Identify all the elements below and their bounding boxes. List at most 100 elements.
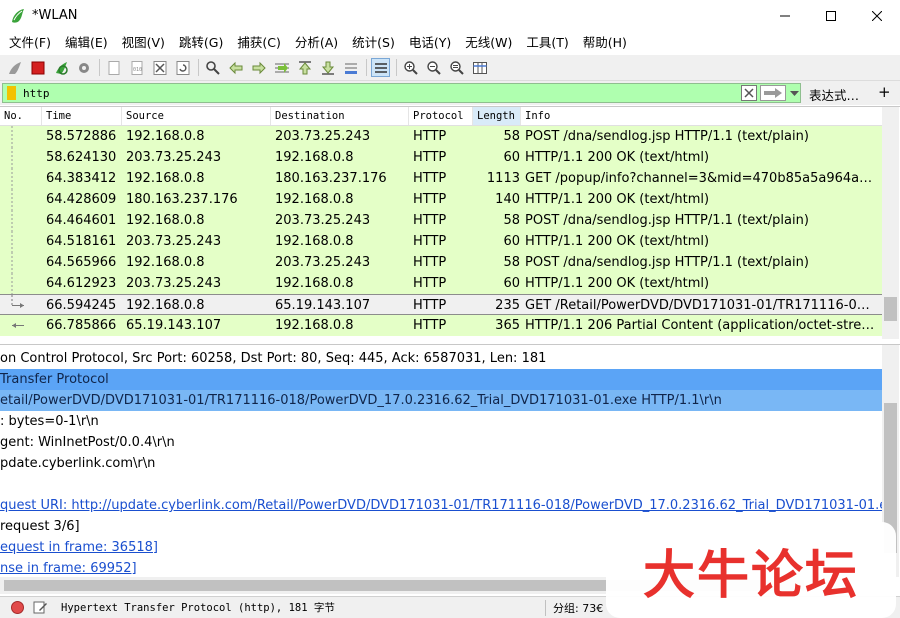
column-header-time[interactable]: Time <box>42 107 122 125</box>
add-filter-button[interactable]: + <box>878 83 891 101</box>
minimize-button[interactable] <box>762 0 808 31</box>
cell-destination: 192.168.0.8 <box>275 276 354 291</box>
menu-telephony[interactable]: 电话(Y) <box>402 31 458 55</box>
cell-protocol: HTTP <box>413 318 447 333</box>
related-packet-indicator-icon <box>11 252 13 273</box>
cell-length: 1113 <box>486 171 520 186</box>
detail-link-line[interactable]: quest URI: http://update.cyberlink.com/R… <box>0 495 882 516</box>
colorize-button[interactable] <box>371 58 390 77</box>
menu-view[interactable]: 视图(V) <box>115 31 172 55</box>
detail-line[interactable]: etail/PowerDVD/DVD171031-01/TR171116-018… <box>0 390 882 411</box>
table-row[interactable]: 58.572886 192.168.0.8 203.73.25.243 HTTP 58 P… <box>0 126 882 147</box>
cell-destination: 203.73.25.243 <box>275 213 371 228</box>
scrollbar-thumb[interactable] <box>884 297 897 321</box>
menu-capture[interactable]: 捕获(C) <box>230 31 287 55</box>
menu-wireless[interactable]: 无线(W) <box>458 31 519 55</box>
find-packet-button[interactable] <box>203 58 222 77</box>
save-file-button[interactable]: 010 <box>127 58 146 77</box>
detail-line[interactable] <box>0 474 882 495</box>
first-packet-button[interactable] <box>295 58 314 77</box>
resize-columns-button[interactable] <box>470 58 489 77</box>
display-filter-box <box>2 83 801 103</box>
zoom-reset-button[interactable] <box>447 58 466 77</box>
go-to-packet-button[interactable] <box>272 58 291 77</box>
detail-line[interactable]: on Control Protocol, Src Port: 60258, Ds… <box>0 348 882 369</box>
table-row[interactable]: 64.612923 203.73.25.243 192.168.0.8 HTTP 60 H… <box>0 273 882 294</box>
maximize-button[interactable] <box>808 0 854 31</box>
go-back-button[interactable] <box>226 58 245 77</box>
gear-icon <box>78 62 89 73</box>
cell-protocol: HTTP <box>413 129 447 144</box>
last-packet-button[interactable] <box>318 58 337 77</box>
column-header-protocol[interactable]: Protocol <box>409 107 473 125</box>
cell-info: POST /dna/sendlog.jsp HTTP/1.1 (text/pla… <box>525 129 809 144</box>
table-row[interactable]: 66.785866 65.19.143.107 192.168.0.8 HTTP 365… <box>0 315 882 336</box>
chevron-down-icon[interactable] <box>788 85 801 101</box>
table-row[interactable]: 64.383412 192.168.0.8 180.163.237.176 HTTP 1… <box>0 168 882 189</box>
menu-bar: 文件(F) 编辑(E) 视图(V) 跳转(G) 捕获(C) 分析(A) 统计(S… <box>0 31 900 55</box>
menu-edit[interactable]: 编辑(E) <box>58 31 115 55</box>
column-header-source[interactable]: Source <box>122 107 271 125</box>
apply-filter-arrow-icon[interactable] <box>760 85 786 101</box>
stop-icon <box>31 61 44 74</box>
cell-protocol: HTTP <box>413 234 447 249</box>
table-row[interactable]: 64.518161 203.73.25.243 192.168.0.8 HTTP 60 H… <box>0 231 882 252</box>
edit-comment-icon[interactable] <box>33 600 48 615</box>
clear-filter-icon[interactable] <box>741 85 757 101</box>
title-bar: *WLAN <box>0 0 900 31</box>
detail-line[interactable]: Transfer Protocol <box>0 369 882 390</box>
column-header-destination[interactable]: Destination <box>271 107 409 125</box>
related-packet-indicator-icon <box>11 126 13 147</box>
bookmark-icon[interactable] <box>7 86 16 100</box>
menu-help[interactable]: 帮助(H) <box>576 31 634 55</box>
close-file-button[interactable] <box>150 58 169 77</box>
display-filter-input[interactable] <box>23 84 723 102</box>
cell-source: 192.168.0.8 <box>126 129 205 144</box>
stop-capture-button[interactable] <box>28 58 47 77</box>
table-row[interactable]: 58.624130 203.73.25.243 192.168.0.8 HTTP 60 H… <box>0 147 882 168</box>
detail-line[interactable]: gent: WinInetPost/0.0.4\r\n <box>0 432 882 453</box>
close-button[interactable] <box>854 0 900 31</box>
cell-source: 65.19.143.107 <box>126 318 222 333</box>
zoom-out-icon <box>426 60 441 75</box>
column-header-length[interactable]: Length <box>473 107 521 125</box>
menu-tools[interactable]: 工具(T) <box>519 31 575 55</box>
zoom-in-button[interactable] <box>401 58 420 77</box>
reload-file-button[interactable] <box>173 58 192 77</box>
cell-length: 235 <box>495 298 520 313</box>
open-file-button[interactable] <box>104 58 123 77</box>
column-header-info[interactable]: Info <box>521 107 882 125</box>
restart-capture-button[interactable] <box>51 58 70 77</box>
table-row[interactable]: 64.565966 192.168.0.8 203.73.25.243 HTTP 58 P… <box>0 252 882 273</box>
packet-list-scrollbar[interactable] <box>882 107 899 339</box>
cell-info: HTTP/1.1 200 OK (text/html) <box>525 150 710 165</box>
menu-statistics[interactable]: 统计(S) <box>345 31 402 55</box>
detail-line[interactable]: pdate.cyberlink.com\r\n <box>0 453 882 474</box>
cell-time: 64.565966 <box>46 255 117 270</box>
autoscroll-button[interactable] <box>341 58 360 77</box>
start-capture-button[interactable] <box>5 58 24 77</box>
cell-time: 58.624130 <box>46 150 117 165</box>
watermark: 大牛论坛 <box>606 522 896 618</box>
arrow-bottom-icon <box>321 61 334 75</box>
menu-go[interactable]: 跳转(G) <box>172 31 230 55</box>
display-filter-bar: 表达式… + <box>0 80 900 105</box>
cell-info: HTTP/1.1 200 OK (text/html) <box>525 234 710 249</box>
menu-analyze[interactable]: 分析(A) <box>288 31 345 55</box>
cell-protocol: HTTP <box>413 171 447 186</box>
expression-button[interactable]: 表达式… <box>809 85 859 104</box>
detail-line[interactable]: : bytes=0-1\r\n <box>0 411 882 432</box>
table-row[interactable]: 64.464601 192.168.0.8 203.73.25.243 HTTP 58 P… <box>0 210 882 231</box>
capture-options-button[interactable] <box>74 58 93 77</box>
column-header-no[interactable]: No. <box>0 107 42 125</box>
go-forward-button[interactable] <box>249 58 268 77</box>
file-close-icon <box>153 60 166 75</box>
table-row[interactable]: 64.428609 180.163.237.176 192.168.0.8 HTTP 1… <box>0 189 882 210</box>
menu-file[interactable]: 文件(F) <box>2 31 58 55</box>
expert-info-icon[interactable] <box>11 601 24 614</box>
close-icon <box>872 10 882 21</box>
zoom-out-button[interactable] <box>424 58 443 77</box>
window-title: *WLAN <box>32 8 78 23</box>
table-row-selected[interactable]: 66.594245 192.168.0.8 65.19.143.107 HTTP 235… <box>0 294 882 315</box>
wireshark-fin-icon <box>12 8 24 23</box>
